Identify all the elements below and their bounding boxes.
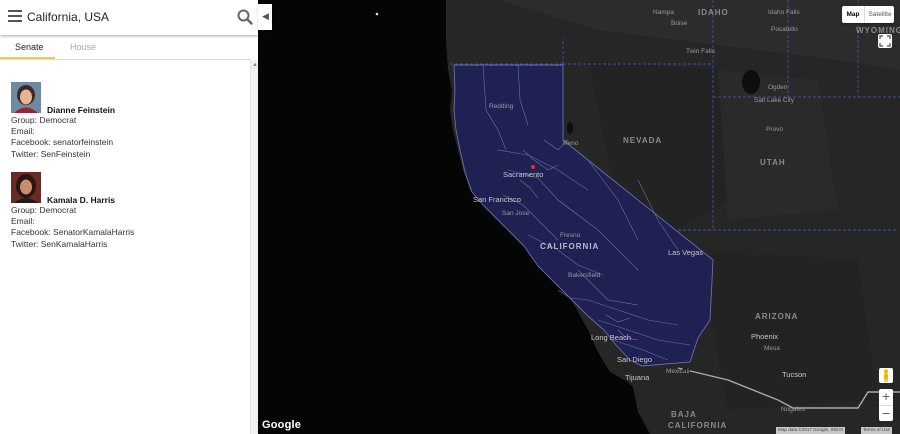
city-label: Boise: [671, 20, 688, 27]
city-label: Tucson: [782, 370, 807, 379]
city-label: Provo: [766, 126, 783, 133]
satellite-view-button[interactable]: Satellite: [864, 6, 895, 23]
street-view-pegman-icon[interactable]: [879, 368, 893, 383]
state-label: NEVADA: [623, 136, 663, 145]
tab-senate[interactable]: Senate: [15, 42, 44, 52]
collapse-panel-button[interactable]: ◀: [258, 4, 272, 30]
map-type-control: Map Satellite: [842, 6, 894, 23]
zoom-out-button[interactable]: −: [879, 405, 893, 422]
city-label: San Jose: [502, 210, 530, 217]
city-label: Salt Lake City: [754, 97, 795, 104]
fullscreen-icon[interactable]: [878, 34, 892, 48]
senator-photo: [11, 172, 41, 203]
senator-card: Dianne Feinstein Group: Democrat Email: …: [11, 82, 241, 159]
city-label: Long Beach: [591, 333, 632, 342]
city-label: San Francisco: [473, 195, 521, 204]
senator-group: Group: Democrat: [11, 115, 77, 125]
senator-list: Dianne Feinstein Group: Democrat Email: …: [0, 62, 250, 434]
zoom-in-button[interactable]: +: [879, 389, 893, 405]
city-label: Tijuana: [625, 373, 650, 382]
city-label: Las Vegas: [668, 248, 704, 257]
search-input[interactable]: [27, 6, 227, 28]
city-label: Fresno: [560, 232, 581, 239]
city-label: Nogales: [781, 406, 805, 413]
map-canvas[interactable]: Nampa Boise IDAHO Twin Falls Idaho Falls…: [258, 0, 900, 434]
state-label: UTAH: [760, 158, 786, 167]
terms-of-use-link[interactable]: Terms of Use: [861, 427, 893, 434]
senator-facebook: Facebook: senatorfeinstein: [11, 137, 114, 148]
city-label: San Diego: [617, 355, 653, 364]
senator-email: Email:: [11, 126, 35, 137]
senator-twitter: Twitter: SenFeinstein: [11, 148, 91, 159]
google-logo: Google: [262, 419, 302, 431]
city-label: Ogden: [768, 84, 788, 91]
city-label: Sacramento: [503, 170, 544, 179]
city-label: Phoenix: [751, 332, 779, 341]
active-tab-indicator: [0, 57, 55, 59]
state-label: ARIZONA: [755, 312, 799, 321]
state-label: BAJA: [671, 410, 697, 419]
city-label: Redding: [489, 103, 514, 110]
tab-house[interactable]: House: [70, 42, 96, 52]
city-label: Nampa: [653, 9, 674, 16]
senator-photo: [11, 82, 41, 113]
city-label: Mesa: [764, 345, 780, 352]
search-icon[interactable]: [237, 9, 253, 25]
senator-email: Email:: [11, 216, 35, 227]
senator-facebook: Facebook: SenatorKamalaHarris: [11, 227, 135, 238]
state-label: CALIFORNIA: [668, 421, 728, 430]
sidebar-panel: Senate House Dianne Feinstein Group: Dem…: [0, 0, 259, 434]
senator-card: Kamala D. Harris Group: Democrat Email: …: [11, 172, 241, 249]
city-label: Bakersfield: [568, 272, 601, 279]
city-label: Pocatello: [771, 26, 798, 33]
senator-group: Group: Democrat: [11, 205, 77, 215]
state-label: CALIFORNIA: [540, 242, 600, 251]
city-label: Idaho Falls: [768, 9, 800, 16]
search-bar: [0, 0, 258, 35]
senator-twitter: Twitter: SenKamalaHarris: [11, 238, 108, 249]
chamber-tabs: Senate House: [0, 38, 250, 60]
city-label: Reno: [563, 140, 579, 147]
zoom-control: + −: [879, 389, 893, 421]
hamburger-menu-icon[interactable]: [8, 10, 22, 22]
map-terrain: [375, 0, 900, 434]
chevron-left-icon: ◀: [262, 12, 269, 22]
map-view-button[interactable]: Map: [842, 6, 864, 23]
state-label: IDAHO: [698, 8, 729, 17]
city-label: Twin Falls: [686, 48, 715, 55]
city-label: Mexicali: [666, 368, 690, 375]
map-attribution: Map data ©2017 Google, INEGI: [776, 427, 846, 434]
